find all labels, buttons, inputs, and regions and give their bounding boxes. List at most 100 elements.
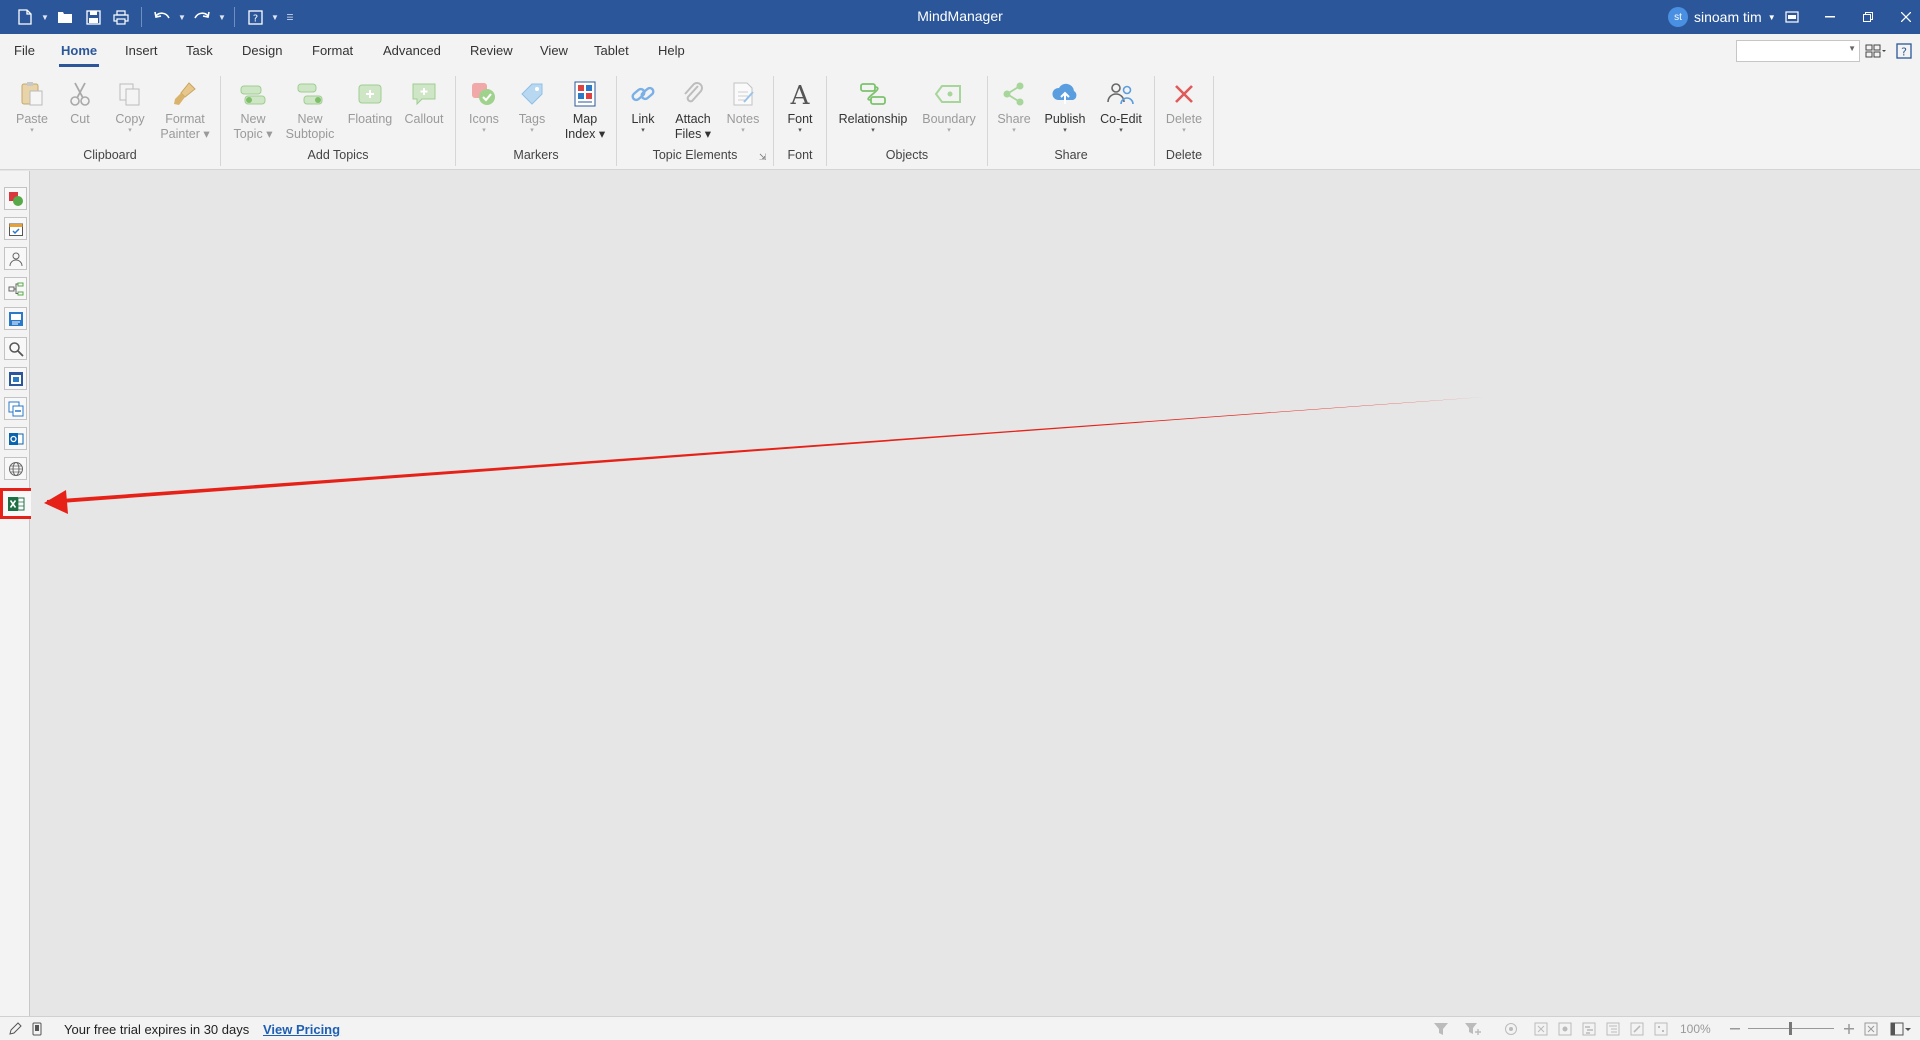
help-icon[interactable]: ? bbox=[1892, 40, 1916, 62]
open-folder-icon[interactable] bbox=[52, 4, 78, 30]
share-icon bbox=[998, 78, 1030, 110]
tab-view[interactable]: View bbox=[540, 43, 568, 58]
fit-map-icon[interactable] bbox=[1532, 1021, 1550, 1037]
new-topic-button[interactable]: New Topic ▾ bbox=[229, 70, 277, 148]
ribbon-group-share: Share ▾ Publish ▾ Co-Edit ▾ Share bbox=[988, 70, 1154, 170]
search-input[interactable]: ▼ bbox=[1736, 40, 1860, 62]
group-label-share: Share bbox=[1054, 148, 1088, 162]
attach-files-button[interactable]: Attach Files ▾ bbox=[667, 70, 719, 148]
map-index-button[interactable]: Map Index ▾ bbox=[560, 70, 610, 148]
svg-text:?: ? bbox=[252, 13, 257, 24]
ribbon-group-add-topics: New Topic ▾ New Subtopic Floating Callout … bbox=[221, 70, 455, 170]
panel-toggle-icon[interactable] bbox=[1888, 1021, 1914, 1037]
group-label-markers: Markers bbox=[513, 148, 559, 162]
svg-text:?: ? bbox=[1901, 46, 1907, 59]
search-icon[interactable] bbox=[4, 337, 27, 360]
globe-icon[interactable] bbox=[4, 457, 27, 480]
customize-qat-icon[interactable]: ☰ bbox=[282, 4, 298, 30]
icons-button[interactable]: Icons ▾ bbox=[462, 70, 506, 148]
brainstorm-view-icon[interactable] bbox=[1652, 1021, 1670, 1037]
calendar-panel-icon[interactable] bbox=[4, 217, 27, 240]
share-button[interactable]: Share ▾ bbox=[992, 70, 1036, 148]
help-box-icon[interactable]: ? bbox=[242, 4, 268, 30]
undo-dropdown-icon[interactable]: ▼ bbox=[177, 4, 187, 30]
ribbon-group-markers: Icons ▾ Tags ▾ Map Index ▾ Markers bbox=[456, 70, 616, 170]
tab-insert[interactable]: Insert bbox=[125, 43, 158, 58]
group-label-clipboard: Clipboard bbox=[83, 148, 137, 162]
zoom-out-icon[interactable] bbox=[1726, 1021, 1744, 1037]
relationship-icon bbox=[857, 78, 889, 110]
save-icon[interactable] bbox=[80, 4, 106, 30]
group-label-add-topics: Add Topics bbox=[307, 148, 369, 162]
map-view-icon[interactable] bbox=[1556, 1021, 1574, 1037]
link-button[interactable]: Link ▾ bbox=[623, 70, 663, 148]
fit-window-icon[interactable] bbox=[1862, 1021, 1880, 1037]
new-subtopic-icon bbox=[294, 78, 326, 110]
tab-format[interactable]: Format bbox=[312, 43, 353, 58]
menu-bar: File Home Insert Task Design Format Adva… bbox=[0, 34, 1920, 70]
tab-tablet[interactable]: Tablet bbox=[594, 43, 629, 58]
map-canvas[interactable] bbox=[31, 171, 1920, 1016]
map-parts-panel-icon[interactable] bbox=[4, 277, 27, 300]
redo-dropdown-icon[interactable]: ▼ bbox=[217, 4, 227, 30]
filter-icon[interactable] bbox=[1432, 1021, 1450, 1037]
qat-separator bbox=[234, 7, 235, 27]
ribbon: Paste ▾ Cut Copy ▾ Format Painter ▾ Clipb… bbox=[0, 70, 1920, 170]
help-dropdown-icon[interactable]: ▼ bbox=[270, 4, 280, 30]
copy-button[interactable]: Copy ▾ bbox=[106, 70, 154, 148]
paste-button[interactable]: Paste ▾ bbox=[10, 70, 54, 148]
user-account[interactable]: st sinoam tim ▼ bbox=[1668, 6, 1776, 28]
new-document-icon[interactable] bbox=[12, 4, 38, 30]
link-map-icon[interactable] bbox=[1628, 1021, 1646, 1037]
new-subtopic-button[interactable]: New Subtopic bbox=[281, 70, 339, 148]
boundary-button[interactable]: Boundary ▾ bbox=[917, 70, 981, 148]
co-edit-button[interactable]: Co-Edit ▾ bbox=[1094, 70, 1148, 148]
floating-topic-icon bbox=[354, 78, 386, 110]
tab-advanced[interactable]: Advanced bbox=[383, 43, 441, 58]
filter-plus-icon[interactable] bbox=[1464, 1021, 1482, 1037]
slides-panel-icon[interactable] bbox=[4, 397, 27, 420]
tags-button[interactable]: Tags ▾ bbox=[510, 70, 554, 148]
quick-access-toolbar: ▼ ▼ ▼ ? ▼ ☰ bbox=[12, 0, 298, 34]
browser-panel-icon[interactable] bbox=[4, 367, 27, 390]
pen-icon[interactable] bbox=[6, 1021, 24, 1037]
close-icon[interactable] bbox=[1884, 0, 1920, 34]
undo-icon[interactable] bbox=[149, 4, 175, 30]
resources-panel-icon[interactable] bbox=[4, 247, 27, 270]
tab-review[interactable]: Review bbox=[470, 43, 513, 58]
chevron-down-icon[interactable]: ▼ bbox=[1848, 44, 1856, 53]
floating-topic-button[interactable]: Floating bbox=[343, 70, 397, 148]
outlook-panel-icon[interactable] bbox=[4, 427, 27, 450]
format-painter-button[interactable]: Format Painter ▾ bbox=[156, 70, 214, 148]
co-edit-icon bbox=[1105, 78, 1137, 110]
delete-button[interactable]: Delete ▾ bbox=[1161, 70, 1207, 148]
gantt-view-icon[interactable] bbox=[1580, 1021, 1598, 1037]
zoom-in-icon[interactable] bbox=[1840, 1021, 1858, 1037]
relationship-button[interactable]: Relationship ▾ bbox=[833, 70, 913, 148]
layout-options-icon[interactable] bbox=[1864, 40, 1888, 62]
focus-topic-icon[interactable] bbox=[1502, 1021, 1520, 1037]
scissors-icon bbox=[64, 78, 96, 110]
task-info-panel-icon[interactable] bbox=[4, 187, 27, 210]
dialog-launcher-icon[interactable]: ⇲ bbox=[759, 152, 767, 163]
ribbon-group-font: A Font ▾ Font bbox=[774, 70, 826, 170]
callout-button[interactable]: Callout bbox=[399, 70, 449, 148]
font-icon: A bbox=[784, 78, 816, 110]
tab-task[interactable]: Task bbox=[186, 43, 213, 58]
new-dropdown-icon[interactable]: ▼ bbox=[40, 4, 50, 30]
cut-button[interactable]: Cut bbox=[58, 70, 102, 148]
font-button[interactable]: A Font ▾ bbox=[778, 70, 822, 148]
view-pricing-link[interactable]: View Pricing bbox=[263, 1022, 340, 1037]
tab-help[interactable]: Help bbox=[658, 43, 685, 58]
tab-design[interactable]: Design bbox=[242, 43, 282, 58]
tab-file[interactable]: File bbox=[14, 43, 35, 58]
library-panel-icon[interactable] bbox=[4, 307, 27, 330]
redo-icon[interactable] bbox=[189, 4, 215, 30]
outline-view-icon[interactable] bbox=[1604, 1021, 1622, 1037]
notes-button[interactable]: Notes ▾ bbox=[721, 70, 765, 148]
print-icon[interactable] bbox=[108, 4, 134, 30]
tab-home[interactable]: Home bbox=[58, 43, 100, 67]
touch-mode-icon[interactable] bbox=[28, 1021, 46, 1037]
publish-button[interactable]: Publish ▾ bbox=[1038, 70, 1092, 148]
zoom-slider-thumb[interactable] bbox=[1789, 1022, 1792, 1035]
